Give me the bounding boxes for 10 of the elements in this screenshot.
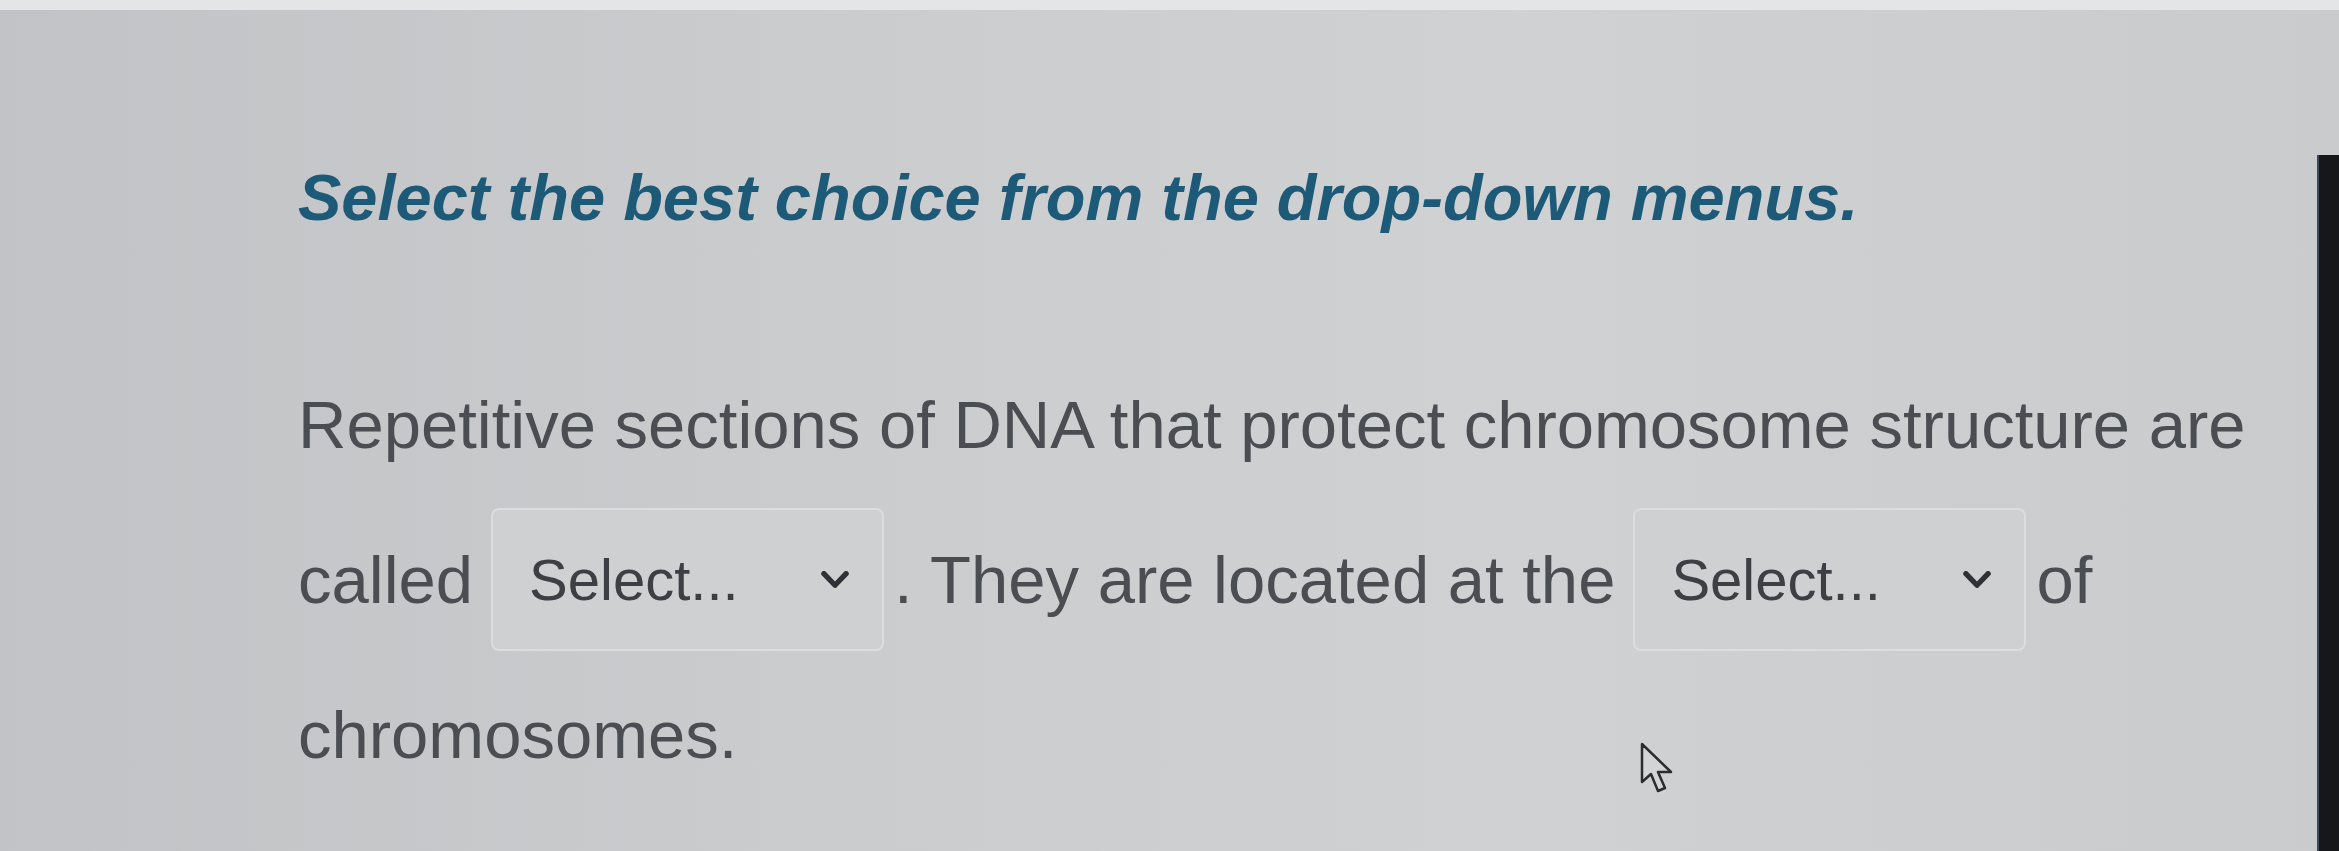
question-text: called <box>298 540 474 619</box>
select-dropdown[interactable]: Select... <box>1633 508 2027 651</box>
question-text: Repetitive sections of DNA that protect chromosome structure are <box>298 385 2246 464</box>
instruction-heading: Select the best choice from the drop-down menus. <box>298 163 1859 233</box>
question-text: chromosomes. <box>298 695 738 774</box>
question-text: of <box>2036 540 2093 619</box>
select-dropdown[interactable]: Select... <box>491 508 885 651</box>
question-text: . They are located at the <box>894 540 1616 619</box>
chevron-down-icon <box>1963 570 1992 589</box>
chevron-down-icon <box>821 570 850 589</box>
